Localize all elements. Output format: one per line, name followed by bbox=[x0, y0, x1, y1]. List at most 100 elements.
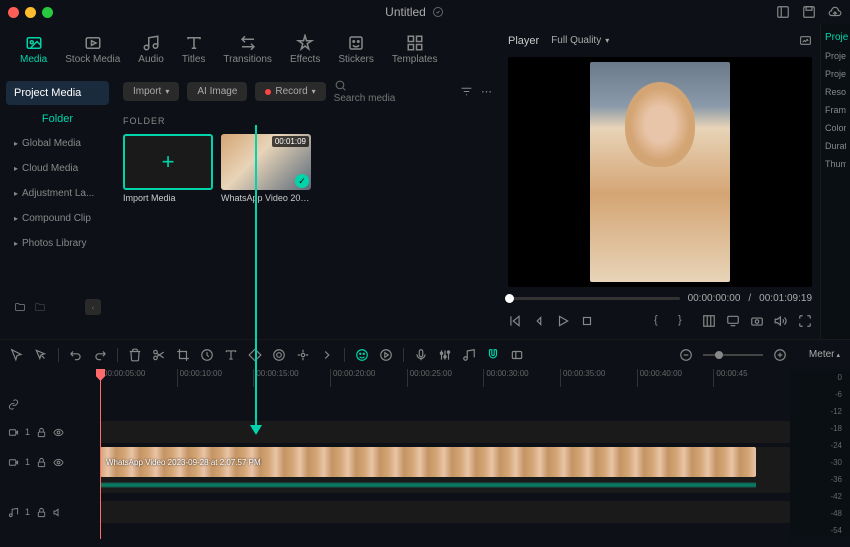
tab-audio[interactable]: Audio bbox=[130, 30, 172, 69]
cloud-upload-icon[interactable] bbox=[828, 5, 842, 19]
mute-icon[interactable] bbox=[53, 507, 64, 518]
camera-icon[interactable] bbox=[750, 314, 764, 328]
panel-tabs: Media Stock Media Audio Titles Transitio… bbox=[0, 24, 500, 75]
media-content: Import ▾ AI Image Record ▾ ⋯ FOLDER + Im… bbox=[115, 75, 500, 325]
eye-icon[interactable] bbox=[53, 457, 64, 468]
tab-stock-media[interactable]: Stock Media bbox=[57, 30, 128, 69]
properties-panel: Proje Proje Proje Locat Reso Fram Color … bbox=[820, 24, 850, 339]
search-icon bbox=[334, 79, 347, 92]
player-panel: Player Full Quality▾ 00:00:00:00 / 00:01… bbox=[500, 24, 820, 339]
mixer-icon[interactable] bbox=[438, 348, 452, 362]
search-input[interactable] bbox=[334, 79, 452, 104]
filter-icon[interactable] bbox=[460, 85, 473, 98]
play-icon[interactable] bbox=[556, 314, 570, 328]
tab-templates[interactable]: Templates bbox=[384, 30, 446, 69]
marker-icon[interactable] bbox=[510, 348, 524, 362]
expand-icon[interactable] bbox=[320, 348, 334, 362]
split-icon[interactable] bbox=[152, 348, 166, 362]
import-dropdown[interactable]: Import ▾ bbox=[123, 82, 179, 101]
sidebar-cloud-media[interactable]: Cloud Media bbox=[6, 158, 109, 179]
text-icon[interactable] bbox=[224, 348, 238, 362]
audio-clip[interactable] bbox=[100, 477, 790, 493]
render-icon[interactable] bbox=[379, 348, 393, 362]
sidebar-compound-clip[interactable]: Compound Clip bbox=[6, 208, 109, 229]
eye-icon[interactable] bbox=[53, 427, 64, 438]
document-title: Untitled bbox=[53, 5, 776, 19]
titlebar: Untitled bbox=[0, 0, 850, 24]
check-icon: ✓ bbox=[295, 174, 309, 188]
time-ruler[interactable]: 00:00:05:00 00:00:10:00 00:00:15:00 00:0… bbox=[0, 369, 790, 387]
prev-frame-icon[interactable] bbox=[508, 314, 522, 328]
video-icon bbox=[8, 457, 19, 468]
mark-out-icon[interactable]: } bbox=[678, 314, 692, 328]
delete-icon[interactable] bbox=[128, 348, 142, 362]
ai-image-button[interactable]: AI Image bbox=[187, 82, 247, 101]
crop-icon[interactable] bbox=[176, 348, 190, 362]
volume-icon[interactable] bbox=[774, 314, 788, 328]
mic-icon[interactable] bbox=[414, 348, 428, 362]
lock-icon[interactable] bbox=[36, 507, 47, 518]
tab-transitions[interactable]: Transitions bbox=[215, 30, 280, 69]
import-media-tile[interactable]: + Import Media bbox=[123, 134, 213, 203]
audio-meter: 0 -6 -12 -18 -24 -30 -36 -42 -48 -54 bbox=[790, 369, 850, 539]
magnet-icon[interactable] bbox=[486, 348, 500, 362]
sync-icon bbox=[432, 6, 444, 18]
grid-icon[interactable] bbox=[702, 314, 716, 328]
pointer-icon[interactable] bbox=[10, 348, 24, 362]
audio-track-1: 1 bbox=[0, 501, 790, 523]
total-time: 00:01:09:19 bbox=[759, 293, 812, 304]
media-sidebar: Project Media Folder Global Media Cloud … bbox=[0, 75, 115, 325]
audio-track-inline bbox=[0, 477, 790, 493]
maximize-window[interactable] bbox=[42, 7, 53, 18]
folder-icon[interactable] bbox=[34, 301, 46, 313]
music-icon[interactable] bbox=[462, 348, 476, 362]
sidebar-folder[interactable]: Folder bbox=[6, 109, 109, 129]
zoom-out-icon[interactable] bbox=[679, 348, 693, 362]
tab-media[interactable]: Media bbox=[12, 30, 55, 69]
video-track-1: 1 WhatsApp Video 2023-09-28 at 2.07.57 P… bbox=[0, 447, 790, 477]
media-thumb-video[interactable]: 00:01:09 ✓ WhatsApp Video 202... bbox=[221, 134, 311, 203]
motion-icon[interactable] bbox=[296, 348, 310, 362]
stop-icon[interactable] bbox=[580, 314, 594, 328]
ai-icon[interactable] bbox=[355, 348, 369, 362]
mark-in-icon[interactable]: { bbox=[654, 314, 668, 328]
sidebar-adjustment-layer[interactable]: Adjustment La... bbox=[6, 183, 109, 204]
snapshot-icon[interactable] bbox=[799, 34, 812, 47]
meter-toggle[interactable]: Meter▴ bbox=[809, 349, 840, 360]
preview-viewport[interactable] bbox=[508, 57, 812, 287]
sidebar-global-media[interactable]: Global Media bbox=[6, 133, 109, 154]
speed-icon[interactable] bbox=[200, 348, 214, 362]
quality-dropdown[interactable]: Full Quality▾ bbox=[551, 35, 609, 46]
video-clip[interactable]: WhatsApp Video 2023-09-28 at 2.07.57 PM bbox=[100, 447, 790, 477]
tab-titles[interactable]: Titles bbox=[174, 30, 214, 69]
fullscreen-icon[interactable] bbox=[798, 314, 812, 328]
record-dropdown[interactable]: Record ▾ bbox=[255, 82, 325, 101]
save-icon[interactable] bbox=[802, 5, 816, 19]
step-back-icon[interactable] bbox=[532, 314, 546, 328]
undo-icon[interactable] bbox=[69, 348, 83, 362]
link-icon[interactable] bbox=[8, 399, 19, 410]
layout-icon[interactable] bbox=[776, 5, 790, 19]
collapse-sidebar[interactable]: ‹ bbox=[85, 299, 101, 315]
select-icon[interactable] bbox=[34, 348, 48, 362]
media-panel: Media Stock Media Audio Titles Transitio… bbox=[0, 24, 500, 339]
zoom-slider[interactable] bbox=[703, 354, 763, 356]
lock-icon[interactable] bbox=[36, 427, 47, 438]
color-icon[interactable] bbox=[272, 348, 286, 362]
close-window[interactable] bbox=[8, 7, 19, 18]
minimize-window[interactable] bbox=[25, 7, 36, 18]
display-icon[interactable] bbox=[726, 314, 740, 328]
scrub-bar[interactable] bbox=[508, 297, 680, 300]
tab-effects[interactable]: Effects bbox=[282, 30, 328, 69]
tab-stickers[interactable]: Stickers bbox=[330, 30, 382, 69]
folder-header: FOLDER bbox=[123, 116, 492, 126]
more-icon[interactable]: ⋯ bbox=[481, 85, 492, 98]
zoom-in-icon[interactable] bbox=[773, 348, 787, 362]
sidebar-photos-library[interactable]: Photos Library bbox=[6, 233, 109, 254]
playhead[interactable] bbox=[100, 369, 101, 539]
lock-icon[interactable] bbox=[36, 457, 47, 468]
sidebar-project-media[interactable]: Project Media bbox=[6, 81, 109, 105]
new-folder-icon[interactable] bbox=[14, 301, 26, 313]
redo-icon[interactable] bbox=[93, 348, 107, 362]
track-link bbox=[0, 391, 790, 417]
